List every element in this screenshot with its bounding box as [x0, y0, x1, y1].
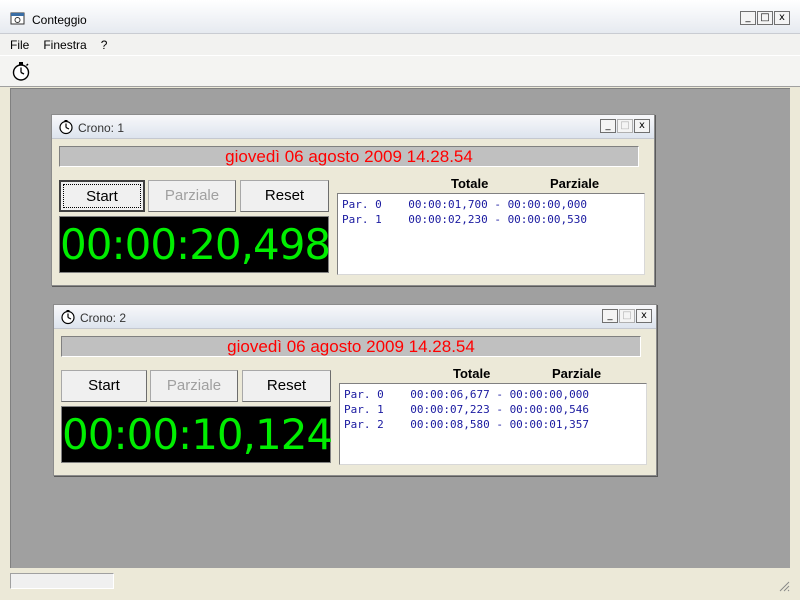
start-button[interactable]: Start	[61, 370, 147, 402]
status-panel	[10, 573, 114, 589]
crono-title: Crono: 1	[78, 121, 125, 135]
menu-finestra[interactable]: Finestra	[43, 38, 86, 52]
list-item[interactable]: Par. 2 00:00:08,580 - 00:00:01,357	[344, 417, 642, 432]
crono-window-1: Crono: 1 _ □ x giovedì 06 agosto 2009 14…	[51, 114, 655, 286]
crono-title-bar: Crono: 2 _ □ x	[54, 305, 656, 329]
crono-window-2: Crono: 2 _ □ x giovedì 06 agosto 2009 14…	[53, 304, 657, 476]
start-button[interactable]: Start	[59, 180, 145, 212]
column-header-totale: Totale	[453, 366, 491, 381]
title-bar: Conteggio _ □ x	[0, 0, 800, 34]
close-button[interactable]: x	[634, 119, 650, 133]
minimize-button[interactable]: _	[602, 309, 618, 323]
menu-help[interactable]: ?	[101, 38, 108, 52]
column-header-parziale: Parziale	[552, 366, 602, 381]
mdi-client-area: Crono: 1 _ □ x giovedì 06 agosto 2009 14…	[10, 88, 790, 568]
partial-times-list[interactable]: Par. 0 00:00:06,677 - 00:00:00,000 Par. …	[339, 383, 647, 465]
menu-file[interactable]: File	[10, 38, 29, 52]
menu-bar: File Finestra ?	[0, 34, 800, 55]
toolbar	[0, 55, 800, 87]
crono-title-bar: Crono: 1 _ □ x	[52, 115, 654, 139]
stopwatch-icon	[59, 120, 73, 135]
parziale-button: Parziale	[148, 180, 236, 212]
maximize-button: □	[617, 119, 633, 133]
maximize-button[interactable]: □	[757, 11, 773, 25]
minimize-button[interactable]: _	[740, 11, 756, 25]
column-header-totale: Totale	[451, 176, 489, 191]
resize-grip-icon[interactable]	[778, 580, 790, 592]
stopwatch-icon	[61, 310, 75, 325]
partial-times-list[interactable]: Par. 0 00:00:01,700 - 00:00:00,000 Par. …	[337, 193, 645, 275]
close-button[interactable]: x	[636, 309, 652, 323]
reset-button[interactable]: Reset	[242, 370, 331, 402]
stopwatch-window-icon	[10, 12, 25, 25]
window-title: Conteggio	[32, 13, 87, 27]
list-item[interactable]: Par. 1 00:00:02,230 - 00:00:00,530	[342, 212, 640, 227]
close-button[interactable]: x	[774, 11, 790, 25]
stopwatch-icon[interactable]	[10, 60, 32, 82]
date-time-display: giovedì 06 agosto 2009 14.28.54	[61, 336, 641, 357]
date-time-display: giovedì 06 agosto 2009 14.28.54	[59, 146, 639, 167]
parziale-button: Parziale	[150, 370, 238, 402]
minimize-button[interactable]: _	[600, 119, 616, 133]
list-item[interactable]: Par. 1 00:00:07,223 - 00:00:00,546	[344, 402, 642, 417]
maximize-button: □	[619, 309, 635, 323]
timer-display: 00:00:20,498	[59, 216, 331, 273]
status-bar	[0, 568, 800, 600]
list-item[interactable]: Par. 0 00:00:06,677 - 00:00:00,000	[344, 387, 642, 402]
list-item[interactable]: Par. 0 00:00:01,700 - 00:00:00,000	[342, 197, 640, 212]
reset-button[interactable]: Reset	[240, 180, 329, 212]
focus-ring	[63, 184, 141, 208]
timer-display: 00:00:10,124	[61, 406, 333, 463]
column-header-parziale: Parziale	[550, 176, 600, 191]
crono-title: Crono: 2	[80, 311, 127, 325]
